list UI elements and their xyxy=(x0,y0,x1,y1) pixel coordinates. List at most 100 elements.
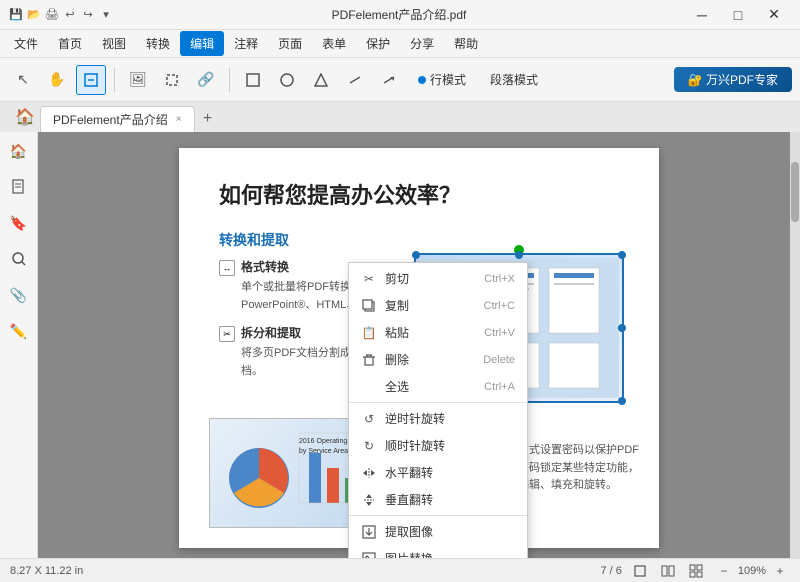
view-double[interactable] xyxy=(658,561,678,581)
toolbar-right: 🔐 万兴PDF专家 xyxy=(674,67,792,92)
toolbar: ↖ ✋ 🖼 🔗 行模式 段落模式 🔐 万兴PDF专家 xyxy=(0,58,800,102)
print-icon[interactable]: 🖨 xyxy=(44,7,60,23)
ctx-replace[interactable]: 图片替换 xyxy=(349,545,527,558)
menu-file[interactable]: 文件 xyxy=(4,31,48,56)
ctx-rotate-ccw-label: 逆时针旋转 xyxy=(385,410,445,427)
open-icon[interactable]: 📂 xyxy=(26,7,42,23)
row-mode-btn[interactable]: 行模式 xyxy=(408,67,476,92)
page-number: 7 / 6 xyxy=(600,565,621,577)
copy-icon xyxy=(361,298,377,314)
menu-view[interactable]: 视图 xyxy=(92,31,136,56)
sidebar-sign[interactable]: ✏️ xyxy=(4,316,34,346)
menu-form[interactable]: 表单 xyxy=(312,31,356,56)
ctx-delete[interactable]: 删除 Delete xyxy=(349,346,527,373)
cut-icon: ✂ xyxy=(361,271,377,287)
title-bar-icons: 💾 📂 🖨 ↩ ↪ ▾ xyxy=(8,7,114,23)
paste-icon: 📋 xyxy=(361,325,377,341)
sidebar-bookmark[interactable]: 🔖 xyxy=(4,208,34,238)
selectall-icon xyxy=(361,379,377,395)
ctx-copy[interactable]: 复制 Ctrl+C xyxy=(349,292,527,319)
menu-annotate[interactable]: 注释 xyxy=(224,31,268,56)
select-tool[interactable]: ↖ xyxy=(8,65,38,95)
edit-tool[interactable] xyxy=(76,65,106,95)
dropdown-icon[interactable]: ▾ xyxy=(98,7,114,23)
menu-edit[interactable]: 编辑 xyxy=(180,31,224,56)
ctx-flip-h[interactable]: 水平翻转 xyxy=(349,459,527,486)
handle-tr[interactable] xyxy=(618,251,626,259)
save-icon[interactable]: 💾 xyxy=(8,7,24,23)
sidebar-search[interactable] xyxy=(4,244,34,274)
zoom-out[interactable]: − xyxy=(714,561,734,581)
shape1-tool[interactable] xyxy=(238,65,268,95)
ctx-extract-label: 提取图像 xyxy=(385,523,433,540)
handle-rm[interactable] xyxy=(618,324,626,332)
close-button[interactable]: ✕ xyxy=(756,0,792,30)
replace-icon xyxy=(361,551,377,559)
vip-button[interactable]: 🔐 万兴PDF专家 xyxy=(674,67,792,92)
sep2 xyxy=(229,68,230,92)
ctx-cut-shortcut: Ctrl+X xyxy=(484,273,515,285)
ctx-extract[interactable]: 提取图像 xyxy=(349,518,527,545)
zoom-in[interactable]: + xyxy=(770,561,790,581)
ctx-selectall[interactable]: 全选 Ctrl+A xyxy=(349,373,527,400)
menu-home[interactable]: 首页 xyxy=(48,31,92,56)
ctx-rotate-ccw[interactable]: ↺ 逆时针旋转 xyxy=(349,405,527,432)
redo-icon[interactable]: ↪ xyxy=(80,7,96,23)
delete-icon xyxy=(361,352,377,368)
menu-share[interactable]: 分享 xyxy=(400,31,444,56)
menu-convert[interactable]: 转换 xyxy=(136,31,180,56)
page-size: 8.27 X 11.22 in xyxy=(10,565,83,577)
link-tool[interactable]: 🔗 xyxy=(191,65,221,95)
rotate-ccw-icon: ↺ xyxy=(361,411,377,427)
window-controls: ─ □ ✕ xyxy=(684,0,792,30)
tab-add-button[interactable]: + xyxy=(195,106,221,132)
maximize-button[interactable]: □ xyxy=(720,0,756,30)
scrollbar[interactable] xyxy=(790,132,800,558)
main-area: 🏠 🔖 📎 ✏️ 如何帮您提高办公效率？ 转换和提取 ↔ 格式转换 单个或批量将… xyxy=(0,132,800,558)
pdf-tab[interactable]: PDFelement产品介绍 × xyxy=(40,106,195,132)
ctx-flip-v[interactable]: 垂直翻转 xyxy=(349,486,527,513)
ctx-paste-label: 粘贴 xyxy=(385,324,409,341)
ctx-cut[interactable]: ✂ 剪切 Ctrl+X xyxy=(349,265,527,292)
image-tool[interactable]: 🖼 xyxy=(123,65,153,95)
title-bar-left: 💾 📂 🖨 ↩ ↪ ▾ xyxy=(8,7,114,23)
view-grid[interactable] xyxy=(686,561,706,581)
rotate-cw-icon: ↻ xyxy=(361,438,377,454)
arrow-tool[interactable] xyxy=(374,65,404,95)
shape2-tool[interactable] xyxy=(272,65,302,95)
sidebar-attach[interactable]: 📎 xyxy=(4,280,34,310)
tab-close[interactable]: × xyxy=(176,114,182,125)
view-single[interactable] xyxy=(630,561,650,581)
shape3-tool[interactable] xyxy=(306,65,336,95)
ctx-cut-label: 剪切 xyxy=(385,270,409,287)
sidebar: 🏠 🔖 📎 ✏️ xyxy=(0,132,38,558)
para-mode-btn[interactable]: 段落模式 xyxy=(480,67,548,92)
sidebar-pages[interactable] xyxy=(4,172,34,202)
ctx-rotate-cw[interactable]: ↻ 顺时针旋转 xyxy=(349,432,527,459)
context-menu: ✂ 剪切 Ctrl+X 复制 Ctrl+C 📋 粘贴 Ctrl+V 删 xyxy=(348,262,528,558)
scrollbar-thumb[interactable] xyxy=(791,162,799,222)
ctx-delete-shortcut: Delete xyxy=(483,354,515,366)
home-tab-icon[interactable]: 🏠 xyxy=(10,102,40,132)
svg-text:by Service Area: by Service Area xyxy=(299,448,348,455)
undo-icon[interactable]: ↩ xyxy=(62,7,78,23)
ctx-paste[interactable]: 📋 粘贴 Ctrl+V xyxy=(349,319,527,346)
menu-help[interactable]: 帮助 xyxy=(444,31,488,56)
tab-bar: 🏠 PDFelement产品介绍 × + xyxy=(0,102,800,132)
menu-page[interactable]: 页面 xyxy=(268,31,312,56)
crop-tool[interactable] xyxy=(157,65,187,95)
status-right: 7 / 6 − 109% + xyxy=(600,561,790,581)
hand-tool[interactable]: ✋ xyxy=(42,65,72,95)
ctx-delete-label: 删除 xyxy=(385,351,409,368)
zoom-area: − 109% + xyxy=(714,561,790,581)
ctx-flip-h-label: 水平翻转 xyxy=(385,464,433,481)
minimize-button[interactable]: ─ xyxy=(684,0,720,30)
line-tool[interactable] xyxy=(340,65,370,95)
ctx-rotate-cw-label: 顺时针旋转 xyxy=(385,437,445,454)
pdf-sub1-icon: ↔ xyxy=(219,260,235,276)
pdf-main-title: 如何帮您提高办公效率？ xyxy=(219,178,619,210)
menu-bar: 文件 首页 视图 转换 编辑 注释 页面 表单 保护 分享 帮助 xyxy=(0,30,800,58)
sidebar-home[interactable]: 🏠 xyxy=(4,136,34,166)
menu-protect[interactable]: 保护 xyxy=(356,31,400,56)
zoom-level: 109% xyxy=(738,565,766,577)
